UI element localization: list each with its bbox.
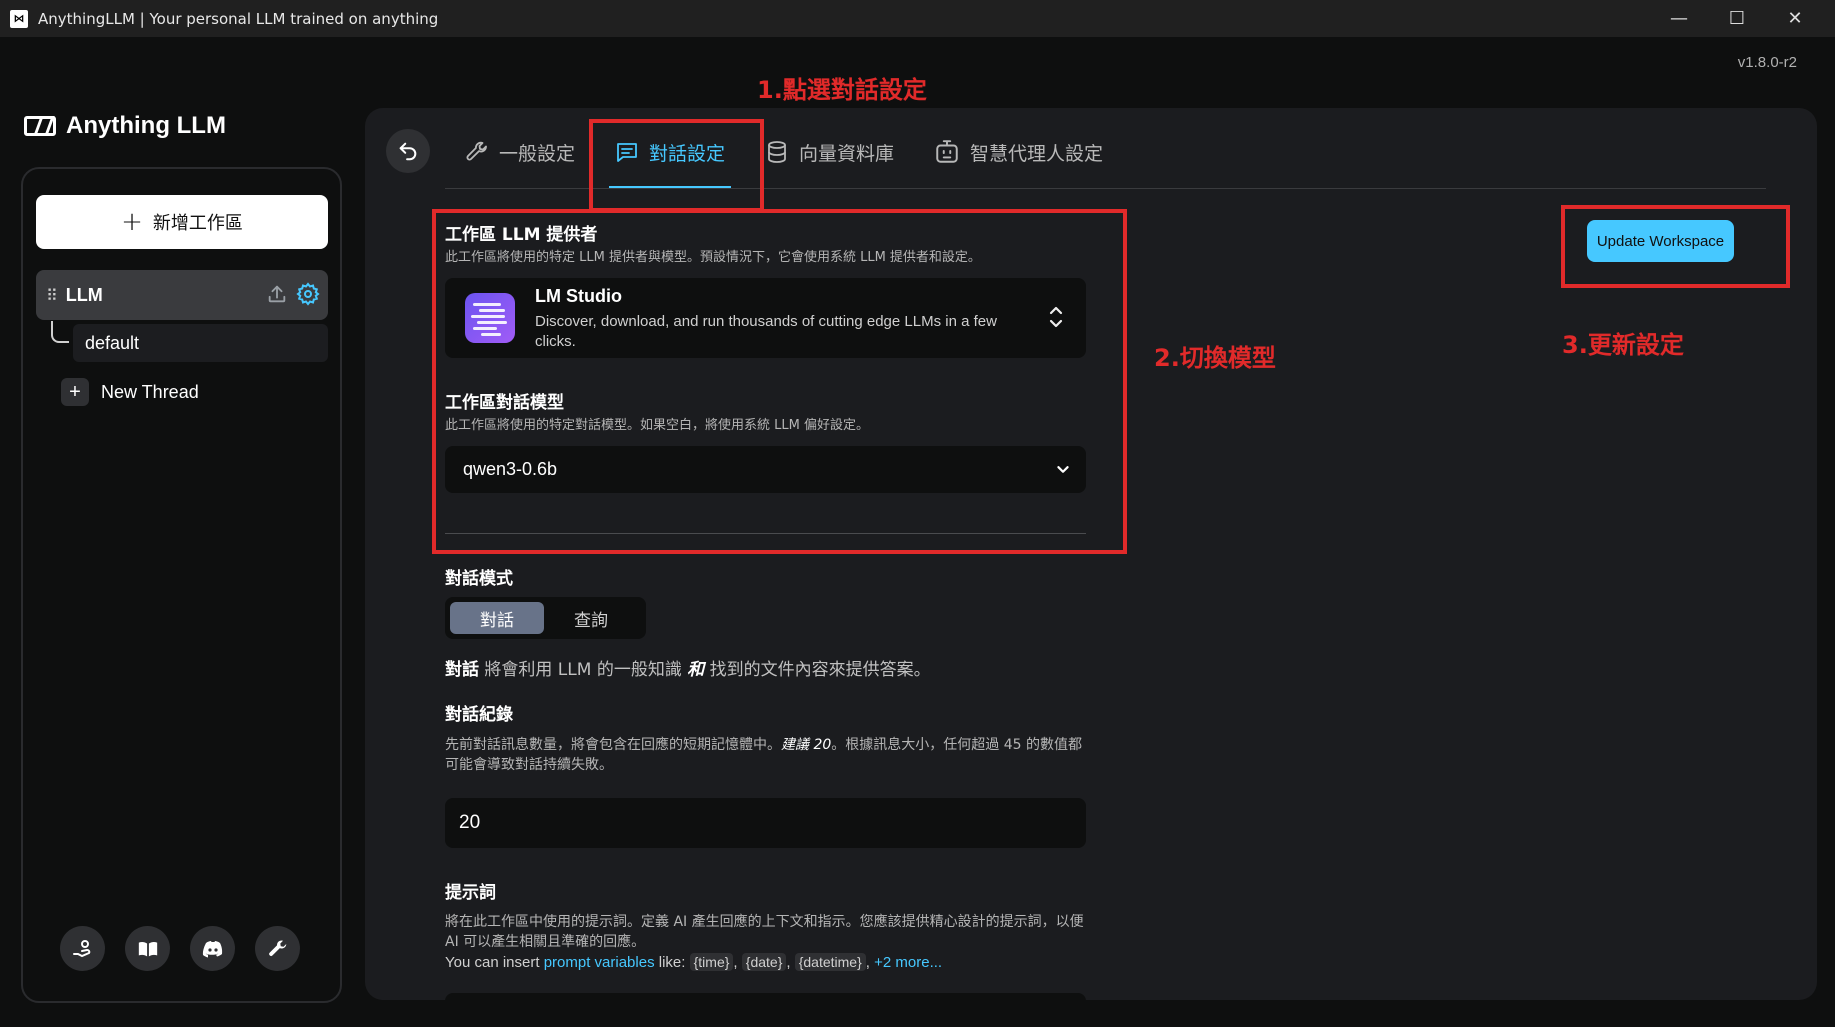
discord-icon bbox=[202, 940, 222, 957]
back-button[interactable] bbox=[386, 129, 430, 173]
prompt-variables-hint: You can insert prompt variables like: {t… bbox=[445, 953, 943, 971]
new-thread-label: New Thread bbox=[101, 381, 199, 402]
chat-mode-option-chat[interactable]: 對話 bbox=[450, 602, 544, 634]
community-hub-button[interactable] bbox=[60, 926, 105, 971]
annotation-box-chat-tab bbox=[589, 119, 764, 212]
discord-button[interactable] bbox=[190, 926, 235, 971]
tab-label: 向量資料庫 bbox=[799, 142, 895, 165]
chat-mode-desc-part1: 將會利用 LLM 的一般知識 bbox=[479, 660, 688, 680]
database-icon bbox=[768, 141, 786, 163]
variable-chip: {time} bbox=[689, 953, 734, 971]
close-button[interactable]: ✕ bbox=[1766, 0, 1824, 37]
sidebar: + 新增工作區 ⠿ LLM default + New Thread bbox=[21, 167, 342, 1003]
minimize-button[interactable]: — bbox=[1650, 0, 1708, 37]
logo-mark-icon bbox=[24, 116, 56, 136]
annotation-step-3: 3.更新設定 bbox=[1562, 331, 1684, 359]
logo-text: Anything LLM bbox=[66, 112, 226, 139]
docs-button[interactable] bbox=[125, 926, 170, 971]
plus-icon: + bbox=[61, 378, 89, 406]
annotation-box-update bbox=[1561, 205, 1790, 288]
variable-chip: {datetime} bbox=[794, 953, 866, 971]
chat-mode-toggle: 對話 查詢 bbox=[445, 597, 646, 639]
prompt-variables-link[interactable]: prompt variables bbox=[544, 954, 655, 971]
community-hub-icon bbox=[72, 939, 90, 957]
workspace-name: LLM bbox=[65, 284, 103, 305]
chat-mode-desc-italic: 和 bbox=[687, 660, 705, 680]
new-thread-button[interactable]: + New Thread bbox=[61, 378, 199, 406]
chat-mode-option-query[interactable]: 查詢 bbox=[544, 602, 638, 634]
wrench-icon bbox=[466, 141, 487, 161]
settings-wrench-icon bbox=[268, 940, 286, 956]
app-logo: Anything LLM bbox=[24, 112, 226, 140]
settings-button[interactable] bbox=[255, 926, 300, 971]
chat-mode-desc-part2: 找到的文件內容來提供答案。 bbox=[704, 660, 931, 680]
annotation-step-2: 2.切換模型 bbox=[1154, 344, 1276, 372]
settings-tabs: 一般設定 對話設定 向量資料庫 智慧代理人設定 bbox=[445, 128, 1123, 188]
more-variables-link[interactable]: +2 more... bbox=[874, 954, 942, 971]
gear-icon[interactable] bbox=[296, 282, 320, 306]
chat-history-label: 對話紀錄 bbox=[445, 705, 513, 725]
maximize-button[interactable]: ☐ bbox=[1708, 0, 1766, 37]
tab-vector-database[interactable]: 向量資料庫 bbox=[745, 128, 914, 176]
new-workspace-button[interactable]: + 新增工作區 bbox=[36, 195, 328, 249]
plus-icon: + bbox=[121, 207, 143, 237]
upload-icon[interactable] bbox=[266, 283, 288, 305]
drag-handle-icon[interactable]: ⠿ bbox=[46, 286, 58, 305]
chat-history-description: 先前對話訊息數量，將會包含在回應的短期記憶體中。建議 20。根據訊息大小，任何超… bbox=[445, 737, 1082, 773]
prompt-label: 提示詞 bbox=[445, 883, 496, 903]
chat-history-input[interactable]: 20 bbox=[445, 798, 1086, 848]
annotation-step-1: 1.點選對話設定 bbox=[757, 76, 927, 104]
thread-item-default[interactable]: default bbox=[73, 324, 328, 362]
tab-agent-settings[interactable]: 智慧代理人設定 bbox=[914, 128, 1123, 176]
app-icon: ⋈ bbox=[10, 9, 28, 28]
tab-label: 一般設定 bbox=[499, 142, 576, 165]
tab-label: 智慧代理人設定 bbox=[970, 142, 1104, 165]
tab-general-settings[interactable]: 一般設定 bbox=[445, 128, 595, 176]
back-arrow-icon bbox=[399, 142, 417, 161]
docs-book-icon bbox=[138, 941, 157, 956]
new-workspace-label: 新增工作區 bbox=[152, 213, 243, 234]
thread-tree-connector bbox=[51, 321, 69, 343]
chat-mode-description: 對話 將會利用 LLM 的一般知識 和 找到的文件內容來提供答案。 bbox=[445, 655, 931, 680]
prompt-textarea[interactable] bbox=[445, 993, 1086, 1000]
prompt-description: 將在此工作區中使用的提示詞。定義 AI 產生回應的上下文和指示。您應該提供精心設… bbox=[445, 914, 1084, 950]
annotation-box-model bbox=[432, 209, 1127, 554]
sidebar-item-workspace-llm[interactable]: ⠿ LLM bbox=[36, 270, 328, 320]
variable-chip: {date} bbox=[741, 953, 787, 971]
sidebar-footer bbox=[60, 926, 300, 971]
chat-mode-label: 對話模式 bbox=[445, 569, 513, 589]
window-titlebar: ⋈ AnythingLLM | Your personal LLM traine… bbox=[0, 0, 1835, 37]
robot-icon bbox=[936, 140, 958, 163]
version-label: v1.8.0-r2 bbox=[1737, 54, 1797, 71]
chat-mode-desc-bold: 對話 bbox=[445, 660, 479, 680]
window-title: AnythingLLM | Your personal LLM trained … bbox=[38, 9, 439, 28]
